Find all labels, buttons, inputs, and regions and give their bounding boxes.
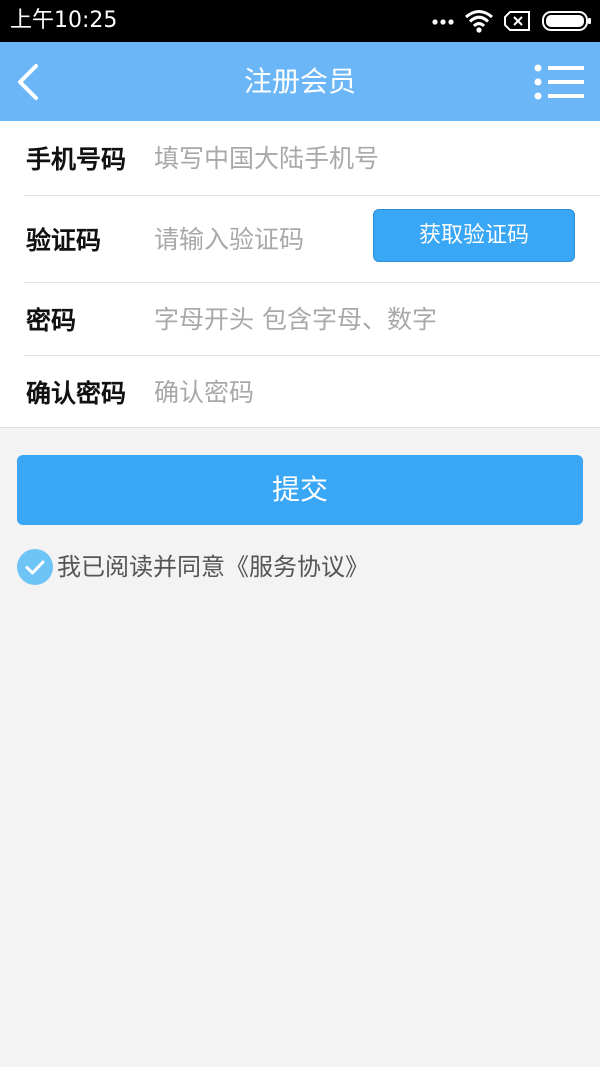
password-label: 密码	[26, 306, 77, 335]
confirm-password-row: 确认密码	[0, 356, 600, 428]
code-row: 验证码 获取验证码	[0, 196, 600, 282]
wifi-icon	[465, 10, 493, 33]
list-menu-icon	[534, 64, 584, 100]
phone-input[interactable]	[154, 121, 584, 195]
password-input[interactable]	[154, 283, 584, 355]
more-dots-icon	[432, 19, 454, 25]
password-row: 密码	[0, 283, 600, 355]
agreement-row: 我已阅读并同意《服务协议》	[17, 549, 577, 585]
status-time: 上午10:25	[10, 8, 118, 33]
page-title: 注册会员	[243, 65, 356, 98]
confirm-password-label: 确认密码	[26, 379, 127, 408]
phone-label: 手机号码	[26, 145, 127, 174]
navigation-bar: 注册会员	[0, 42, 600, 121]
no-sim-icon	[504, 11, 530, 31]
status-bar: 上午10:25	[0, 0, 600, 42]
agreement-text[interactable]: 我已阅读并同意《服务协议》	[57, 549, 369, 585]
code-label: 验证码	[26, 226, 102, 255]
checkmark-icon	[25, 560, 45, 575]
register-form: 手机号码 验证码 获取验证码 密码 确认密码	[0, 121, 600, 428]
battery-icon	[542, 11, 591, 31]
phone-row: 手机号码	[0, 121, 600, 195]
confirm-password-input[interactable]	[154, 356, 584, 428]
menu-button[interactable]	[534, 62, 586, 102]
submit-button[interactable]: 提交	[17, 455, 583, 525]
verification-code-input[interactable]	[154, 196, 359, 282]
get-code-button[interactable]: 获取验证码	[373, 209, 575, 262]
agreement-checkbox[interactable]	[17, 549, 53, 585]
